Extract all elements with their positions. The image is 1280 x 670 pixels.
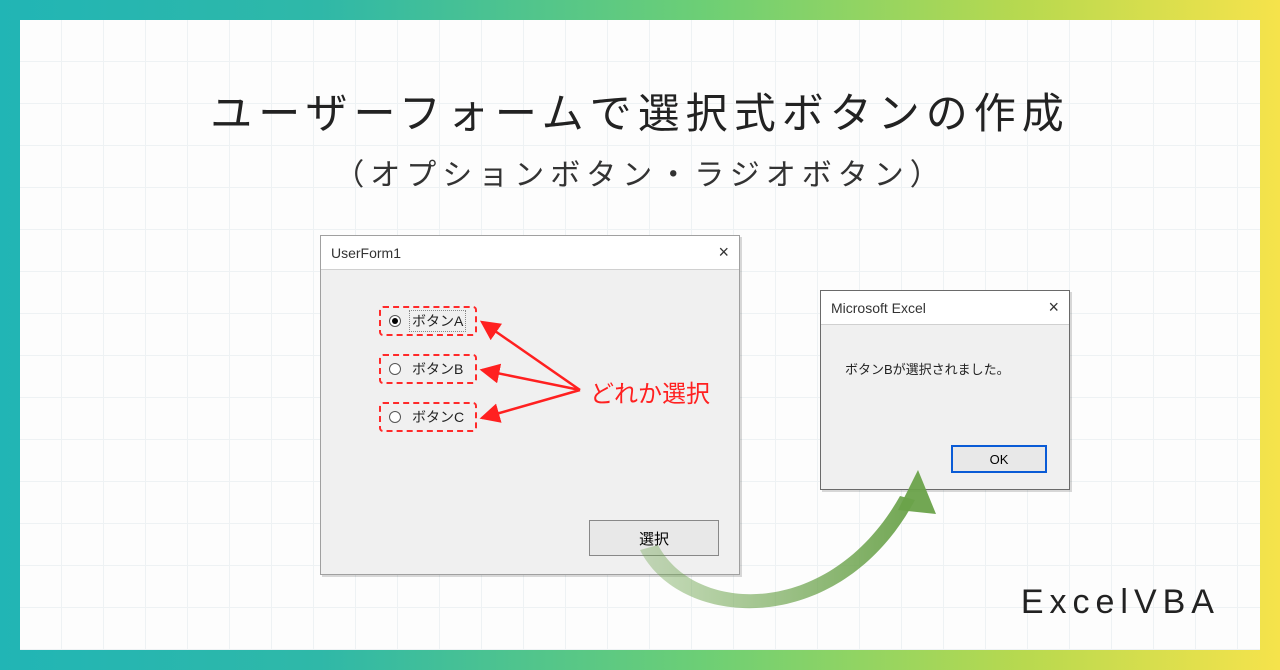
option-a[interactable]: ボタンA <box>379 306 477 336</box>
userform-titlebar: UserForm1 × <box>321 236 739 270</box>
title-post: 式ボタンの作成 <box>734 90 1070 137</box>
msgbox-titlebar: Microsoft Excel × <box>821 291 1069 325</box>
title-pre: ユーザーフォームで <box>210 90 637 137</box>
close-icon[interactable]: × <box>718 242 729 263</box>
option-c[interactable]: ボタンC <box>379 402 477 432</box>
title-highlight: 選択 <box>638 80 734 141</box>
option-group: ボタンA ボタンB ボタンC <box>379 306 477 450</box>
radio-icon <box>389 363 401 375</box>
annotation-label: どれか選択 <box>590 374 710 409</box>
msgbox-message: ボタンBが選択されました。 <box>845 359 1010 378</box>
radio-icon <box>389 315 401 327</box>
page-subtitle: （オプションボタン・ラジオボタン） <box>20 150 1260 194</box>
option-b[interactable]: ボタンB <box>379 354 477 384</box>
userform-title: UserForm1 <box>331 245 401 261</box>
option-a-label: ボタンA <box>409 310 466 332</box>
close-icon[interactable]: × <box>1048 297 1059 318</box>
msgbox-title: Microsoft Excel <box>831 300 926 316</box>
option-b-label: ボタンB <box>409 358 466 380</box>
brand-label: ExcelVBA <box>1021 583 1220 622</box>
flow-arrow <box>520 460 980 650</box>
radio-icon <box>389 411 401 423</box>
option-c-label: ボタンC <box>409 406 467 428</box>
page-title: ユーザーフォームで選択式ボタンの作成 <box>20 80 1260 141</box>
